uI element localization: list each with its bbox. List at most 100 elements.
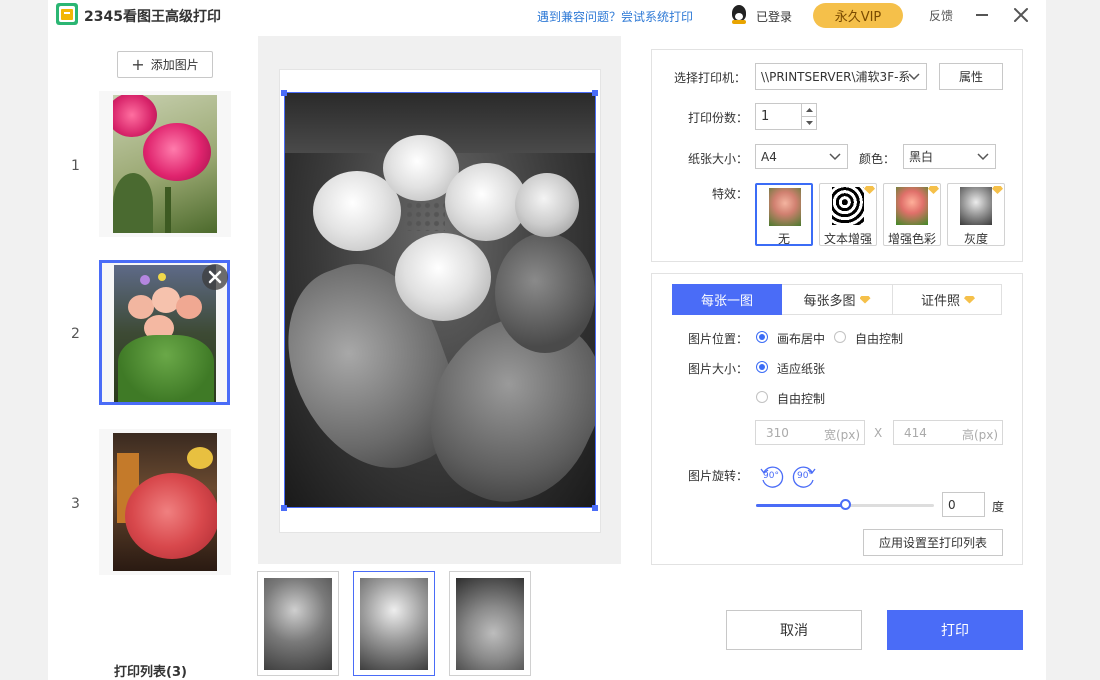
printer-settings-panel: 选择打印机： \\PRINTSERVER\浦软3F-系 属性 打印份数： 1 纸… — [651, 49, 1023, 262]
position-center-radio[interactable] — [756, 331, 768, 343]
rotate-ccw-button[interactable]: 90° — [758, 464, 784, 490]
app-logo-icon — [56, 3, 78, 25]
thumbnail-bouquet — [114, 265, 216, 402]
position-label: 图片位置： — [688, 332, 749, 346]
tab-label: 每张一图 — [700, 294, 753, 309]
rotate-cw-button[interactable]: 90° — [792, 464, 818, 490]
apply-settings-button[interactable]: 应用设置至打印列表 — [863, 529, 1003, 556]
effect-color-enhance[interactable]: 增强色彩 — [883, 183, 941, 246]
login-status[interactable]: 已登录 — [756, 8, 792, 25]
vip-diamond-icon — [992, 186, 1003, 194]
stepper-up-icon[interactable] — [801, 104, 817, 117]
thumbnail-meat — [113, 433, 217, 571]
window-title: 2345看图王高级打印 — [84, 9, 221, 25]
page-thumb[interactable] — [449, 571, 531, 676]
effect-none[interactable]: 无 — [755, 183, 813, 246]
thumbnail-roses — [113, 95, 217, 233]
add-image-label: 添加图片 — [150, 58, 199, 72]
times-sign: X — [874, 426, 883, 440]
feedback-link[interactable]: 反馈 — [929, 7, 953, 24]
page-thumb-selected[interactable] — [353, 571, 435, 676]
width-input[interactable]: 310 宽(px) — [755, 420, 865, 445]
size-fit-label[interactable]: 适应纸张 — [777, 360, 825, 377]
resize-handle[interactable] — [592, 505, 598, 511]
page-thumb[interactable] — [257, 571, 339, 676]
stepper-down-icon[interactable] — [801, 117, 817, 129]
color-select[interactable]: 黑白 — [903, 144, 996, 169]
list-item[interactable] — [99, 429, 231, 575]
paper-size-value: A4 — [761, 149, 777, 164]
print-window: 2345看图王高级打印 遇到兼容问题？尝试系统打印 已登录 永久VIP 反馈 +… — [48, 0, 1046, 680]
remove-item-icon[interactable] — [202, 264, 228, 290]
effect-label: 文本增强 — [823, 232, 872, 246]
rotate-label: 图片旋转： — [688, 469, 749, 483]
list-item-index: 3 — [71, 496, 80, 512]
effect-grayscale[interactable]: 灰度 — [947, 183, 1005, 246]
printer-label: 选择打印机： — [674, 71, 747, 85]
tab-multi[interactable]: 每张多图 — [782, 284, 893, 315]
height-value: 414 — [904, 426, 927, 440]
cancel-button[interactable]: 取消 — [726, 610, 862, 650]
effect-color-enhance-preview — [896, 187, 928, 225]
plus-icon: + — [131, 54, 145, 74]
height-unit: 高(px) — [962, 428, 999, 442]
add-image-button[interactable]: + 添加图片 — [117, 51, 213, 78]
rotation-slider-fill — [756, 504, 845, 507]
height-input[interactable]: 414 高(px) — [893, 420, 1003, 445]
copies-value: 1 — [761, 109, 770, 124]
copies-label: 打印份数： — [688, 111, 749, 125]
list-item-selected[interactable] — [99, 260, 230, 405]
degree-unit: 度 — [992, 500, 1005, 514]
tab-single[interactable]: 每张一图 — [672, 284, 782, 315]
color-label: 颜色： — [859, 152, 896, 166]
rotation-value: 0 — [948, 497, 956, 512]
position-free-radio[interactable] — [834, 331, 846, 343]
size-free-label[interactable]: 自由控制 — [777, 390, 825, 407]
vip-diamond-icon — [928, 186, 939, 194]
vip-button[interactable]: 永久VIP — [813, 3, 903, 28]
rotation-slider[interactable] — [756, 499, 934, 510]
printer-value: \\PRINTSERVER\浦软3F-系 — [761, 70, 909, 84]
effect-text-enhance[interactable]: 文本增强 — [819, 183, 877, 246]
effect-text-enhance-preview — [832, 187, 864, 225]
resize-handle[interactable] — [592, 90, 598, 96]
position-center-label[interactable]: 画布居中 — [777, 330, 825, 347]
resize-handle[interactable] — [281, 90, 287, 96]
print-list-sidebar: + 添加图片 1 2 3 打印列表(3) — [48, 36, 258, 680]
effect-label: 增强色彩 — [887, 232, 936, 246]
print-button[interactable]: 打印 — [887, 610, 1023, 650]
list-item-index: 1 — [71, 158, 80, 174]
preview-panel — [258, 36, 621, 564]
close-icon[interactable] — [1013, 7, 1029, 23]
effect-label: 无 — [777, 232, 790, 246]
list-item[interactable] — [99, 91, 231, 237]
chevron-down-icon — [829, 153, 841, 161]
chevron-down-icon — [977, 153, 989, 161]
copies-input[interactable]: 1 — [755, 103, 817, 130]
color-value: 黑白 — [909, 150, 934, 164]
crop-frame[interactable] — [284, 92, 596, 508]
rotation-input[interactable]: 0 — [942, 492, 985, 517]
print-list-title: 打印列表(3) — [114, 665, 187, 680]
width-value: 310 — [766, 426, 789, 440]
vip-diamond-icon — [859, 295, 871, 304]
layout-tabs: 每张一图 每张多图 证件照 — [672, 284, 1002, 315]
position-free-label[interactable]: 自由控制 — [855, 330, 903, 347]
tab-label: 每张多图 — [803, 294, 856, 309]
size-label: 图片大小： — [688, 362, 749, 376]
size-fit-radio[interactable] — [756, 361, 768, 373]
minimize-icon[interactable] — [976, 14, 988, 16]
paper-size-select[interactable]: A4 — [755, 144, 848, 169]
tab-id-photo[interactable]: 证件照 — [893, 284, 1003, 315]
properties-button[interactable]: 属性 — [939, 63, 1003, 90]
effect-label: 灰度 — [963, 232, 988, 246]
resize-handle[interactable] — [281, 505, 287, 511]
printer-select[interactable]: \\PRINTSERVER\浦软3F-系 — [755, 63, 927, 90]
list-item-index: 2 — [71, 326, 80, 342]
layout-settings-panel: 每张一图 每张多图 证件照 图片位置： 画布居中 自由控制 图片大小： 适应纸张… — [651, 273, 1023, 565]
chevron-down-icon — [908, 73, 920, 81]
rotation-slider-thumb[interactable] — [840, 499, 851, 510]
system-print-link[interactable]: 遇到兼容问题？尝试系统打印 — [537, 8, 693, 25]
tab-label: 证件照 — [920, 294, 960, 309]
size-free-radio[interactable] — [756, 391, 768, 403]
